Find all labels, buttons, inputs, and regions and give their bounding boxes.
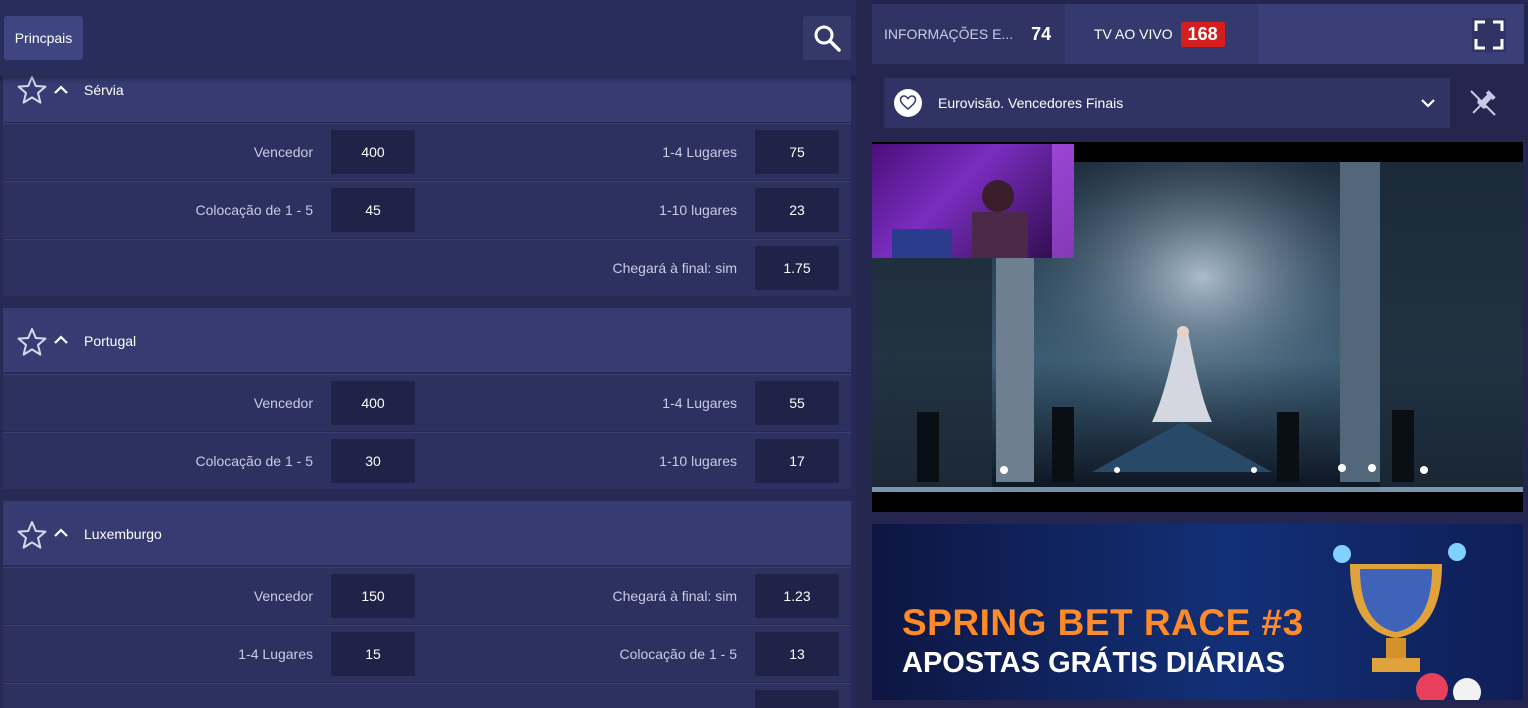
odd-button[interactable]: 17 — [755, 439, 839, 483]
promo-title: SPRING BET RACE #3 — [902, 602, 1304, 643]
odd-button[interactable]: 75 — [755, 130, 839, 174]
tab-count-badge: 168 — [1180, 21, 1225, 47]
live-tabs: INFORMAÇÕES E... 74 TV AO VIVO 168 — [872, 4, 1524, 64]
favorite-button[interactable] — [894, 89, 922, 117]
live-panel: INFORMAÇÕES E... 74 TV AO VIVO 168 Eurov… — [868, 0, 1528, 708]
tab-label: TV AO VIVO — [1094, 26, 1173, 42]
tab-tv-ao-vivo[interactable]: TV AO VIVO 168 — [1065, 4, 1258, 64]
odd-button[interactable]: 400 — [331, 130, 415, 174]
odd-button[interactable]: 1.23 — [755, 574, 839, 618]
fullscreen-icon[interactable] — [1472, 18, 1506, 52]
search-button[interactable] — [803, 16, 851, 60]
pin-icon[interactable] — [1466, 86, 1500, 120]
odd-button[interactable]: 23 — [755, 188, 839, 232]
odd-button[interactable]: 15 — [331, 632, 415, 676]
section-title: Sérvia — [84, 82, 124, 98]
market-label: 1-10 lugares — [659, 202, 737, 218]
star-icon[interactable] — [17, 327, 47, 357]
odd-button[interactable]: 45 — [331, 188, 415, 232]
chevron-up-icon[interactable] — [53, 332, 69, 348]
streamer-cam — [892, 144, 1074, 258]
market-label: Colocação de 1 - 5 — [195, 202, 313, 218]
market-label: 1-4 Lugares — [662, 144, 737, 160]
market-row — [3, 683, 851, 708]
market-label: Colocação de 1 - 5 — [195, 453, 313, 469]
section-header-portugal[interactable]: Portugal — [3, 308, 851, 372]
picture-in-picture[interactable] — [872, 144, 1074, 258]
market-label: 1-4 Lugares — [662, 395, 737, 411]
chevron-down-icon — [1421, 99, 1435, 108]
market-row: Colocação de 1 - 5 30 1-10 lugares 17 — [3, 432, 851, 489]
chevron-up-icon[interactable] — [53, 525, 69, 541]
market-label: 1-4 Lugares — [238, 646, 313, 662]
search-icon — [814, 25, 841, 52]
market-label: Colocação de 1 - 5 — [619, 646, 737, 662]
market-label: 1-10 lugares — [659, 453, 737, 469]
heart-icon — [899, 95, 917, 111]
tab-informacoes[interactable]: INFORMAÇÕES E... 74 — [872, 4, 1065, 64]
market-row: Vencedor 400 1-4 Lugares 55 — [3, 374, 851, 431]
market-label: Vencedor — [253, 588, 313, 604]
market-row: Vencedor 400 1-4 Lugares 75 — [3, 123, 851, 180]
event-name: Eurovisão. Vencedores Finais — [938, 95, 1124, 111]
odd-button[interactable] — [755, 690, 839, 708]
market-label: Vencedor — [253, 144, 313, 160]
promo-banner[interactable]: SPRING BET RACE #3 APOSTAS GRÁTIS DIÁRIA… — [872, 524, 1523, 700]
market-row: 1-4 Lugares 15 Colocação de 1 - 5 13 — [3, 625, 851, 682]
markets-top-bar: Princpais — [0, 0, 856, 76]
market-row: Vencedor 150 Chegará à final: sim 1.23 — [3, 567, 851, 624]
odd-button[interactable]: 400 — [331, 381, 415, 425]
tab-label: INFORMAÇÕES E... — [884, 26, 1014, 42]
section-title: Portugal — [84, 333, 137, 349]
live-video-player[interactable] — [872, 142, 1523, 512]
markets-panel: Princpais Sérvia Vencedor 400 1-4 Lugare… — [0, 0, 856, 708]
market-label: Chegará à final: sim — [612, 588, 737, 604]
promo-subtitle: APOSTAS GRÁTIS DIÁRIAS — [902, 647, 1285, 679]
market-label: Vencedor — [253, 395, 313, 411]
event-selector[interactable]: Eurovisão. Vencedores Finais — [884, 78, 1450, 128]
odd-button[interactable]: 30 — [331, 439, 415, 483]
odd-button[interactable]: 150 — [331, 574, 415, 618]
market-row: Chegará à final: sim 1.75 — [3, 239, 851, 296]
market-row: Colocação de 1 - 5 45 1-10 lugares 23 — [3, 181, 851, 238]
tab-count: 74 — [1031, 23, 1052, 44]
tab-principais[interactable]: Princpais — [4, 16, 83, 60]
section-header-luxemburgo[interactable]: Luxemburgo — [3, 501, 851, 565]
odd-button[interactable]: 13 — [755, 632, 839, 676]
section-title: Luxemburgo — [84, 526, 162, 542]
odd-button[interactable]: 1.75 — [755, 246, 839, 290]
star-icon[interactable] — [17, 520, 47, 550]
market-label: Chegará à final: sim — [612, 260, 737, 276]
star-icon[interactable] — [17, 75, 47, 105]
chevron-up-icon[interactable] — [53, 82, 69, 98]
odd-button[interactable]: 55 — [755, 381, 839, 425]
